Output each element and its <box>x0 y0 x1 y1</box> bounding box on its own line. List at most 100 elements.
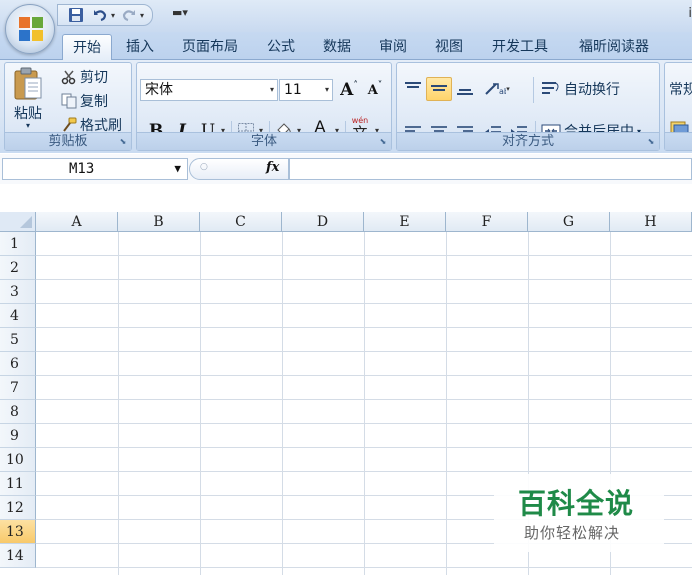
paste-icon <box>14 67 42 100</box>
tab-developer[interactable]: 开发工具 <box>482 34 558 60</box>
select-all-button[interactable] <box>0 212 36 232</box>
row-header-5[interactable]: 5 <box>0 328 36 352</box>
align-top-icon <box>405 82 421 88</box>
tab-review[interactable]: 审阅 <box>370 34 416 60</box>
row-header-4[interactable]: 4 <box>0 304 36 328</box>
table-row[interactable] <box>36 232 692 256</box>
tab-view[interactable]: 视图 <box>426 34 472 60</box>
column-header-h[interactable]: H <box>610 212 692 232</box>
font-launcher-icon[interactable]: ⬊ <box>378 137 388 147</box>
cell-reference: M13 <box>69 161 95 177</box>
copy-icon <box>61 93 77 109</box>
quick-access-toolbar: ▾ ▾ <box>57 4 154 26</box>
row-header-12[interactable]: 12 <box>0 496 36 520</box>
clipboard-group-label: 剪贴板 <box>5 132 131 150</box>
clipboard-launcher-icon[interactable]: ⬊ <box>118 137 128 147</box>
tab-formulas[interactable]: 公式 <box>258 34 304 60</box>
alignment-group-label: 对齐方式 <box>397 132 659 150</box>
row-header-11[interactable]: 11 <box>0 472 36 496</box>
shrink-font-icon: A <box>367 82 378 98</box>
ribbon-tabs: 开始 插入 页面布局 公式 数据 审阅 视图 开发工具 福昕阅读器 <box>0 32 692 61</box>
column-header-e[interactable]: E <box>364 212 446 232</box>
redo-icon <box>122 10 136 22</box>
table-row[interactable] <box>36 328 692 352</box>
row-header-13[interactable]: 13 <box>0 520 36 544</box>
grow-font-icon: A <box>340 80 354 100</box>
orientation-button[interactable]: ab ▾ <box>480 77 514 101</box>
align-bottom-icon <box>457 89 473 95</box>
undo-dropdown-icon[interactable]: ▾ <box>111 11 115 20</box>
name-box[interactable]: M13 ▼ <box>2 158 188 180</box>
save-button[interactable] <box>66 6 86 24</box>
row-header-6[interactable]: 6 <box>0 352 36 376</box>
font-name-select[interactable]: 宋体 ▾ <box>140 79 278 101</box>
grip-icon: ○ <box>200 162 208 172</box>
copy-label: 复制 <box>80 94 108 110</box>
formula-controls: ○ fx <box>189 158 289 180</box>
table-row[interactable] <box>36 400 692 424</box>
row-header-8[interactable]: 8 <box>0 400 36 424</box>
alignment-launcher-icon[interactable]: ⬊ <box>646 137 656 147</box>
paste-button[interactable]: 粘贴 ▾ <box>9 67 47 133</box>
table-row[interactable] <box>36 376 692 400</box>
column-header-g[interactable]: G <box>528 212 610 232</box>
redo-dropdown-icon[interactable]: ▾ <box>140 11 144 20</box>
tab-insert[interactable]: 插入 <box>118 34 162 60</box>
paste-dropdown-icon[interactable]: ▾ <box>26 121 30 130</box>
watermark: 百科全说 助你轻松解决 <box>494 474 664 552</box>
cut-button[interactable]: 剪切 <box>61 67 108 87</box>
undo-icon <box>94 10 107 22</box>
font-group-label: 字体 <box>137 132 391 150</box>
table-row[interactable] <box>36 352 692 376</box>
paintbrush-icon <box>61 117 77 133</box>
grow-font-button[interactable]: A ˄ <box>337 79 361 101</box>
align-top-button[interactable] <box>400 77 426 101</box>
insert-function-button[interactable]: fx <box>266 160 279 175</box>
table-row[interactable] <box>36 256 692 280</box>
text-orientation-icon: ab <box>485 83 506 96</box>
row-header-2[interactable]: 2 <box>0 256 36 280</box>
row-header-1[interactable]: 1 <box>0 232 36 256</box>
copy-button[interactable]: 复制 <box>61 91 108 111</box>
align-middle-button[interactable] <box>426 77 452 101</box>
wrap-text-label: 自动换行 <box>564 82 620 98</box>
number-format-value: 常规 <box>669 82 692 98</box>
office-button[interactable] <box>5 4 55 54</box>
font-name-dropdown-icon: ▾ <box>269 85 274 94</box>
redo-button[interactable] <box>119 6 139 24</box>
wrap-text-button[interactable]: 自动换行 <box>541 79 620 99</box>
row-header-3[interactable]: 3 <box>0 280 36 304</box>
row-header-14[interactable]: 14 <box>0 544 36 568</box>
watermark-title: 百科全说 <box>518 487 635 520</box>
tab-home[interactable]: 开始 <box>62 34 112 61</box>
font-group: 宋体 ▾ 11 ▾ A ˄ A ˅ B I U ▾ ▾ ▾ A ▾ wén ▾ … <box>136 62 392 151</box>
name-box-dropdown-icon[interactable]: ▼ <box>174 159 181 179</box>
row-header-9[interactable]: 9 <box>0 424 36 448</box>
number-format-select[interactable]: 常规 <box>669 79 692 99</box>
column-header-d[interactable]: D <box>282 212 364 232</box>
column-header-b[interactable]: B <box>118 212 200 232</box>
column-header-a[interactable]: A <box>36 212 118 232</box>
ribbon: 粘贴 ▾ 剪切 复制 格式刷 剪贴板 ⬊ 宋体 ▾ 11 ▾ A ˄ A ˅ B… <box>0 60 692 153</box>
align-middle-icon <box>431 85 447 91</box>
number-group-label <box>665 132 692 150</box>
font-size-select[interactable]: 11 ▾ <box>279 79 333 101</box>
tab-page-layout[interactable]: 页面布局 <box>172 34 248 60</box>
title-bar: ▾ ▾ ▬▾ i <box>0 0 692 32</box>
table-row[interactable] <box>36 448 692 472</box>
shrink-font-button[interactable]: A ˅ <box>363 79 387 101</box>
row-header-10[interactable]: 10 <box>0 448 36 472</box>
font-size-dropdown-icon: ▾ <box>324 85 329 94</box>
table-row[interactable] <box>36 424 692 448</box>
table-row[interactable] <box>36 280 692 304</box>
column-header-c[interactable]: C <box>200 212 282 232</box>
formula-input[interactable] <box>289 158 692 180</box>
undo-button[interactable] <box>90 6 110 24</box>
tab-foxit-reader[interactable]: 福昕阅读器 <box>568 34 660 60</box>
row-header-7[interactable]: 7 <box>0 376 36 400</box>
tab-data[interactable]: 数据 <box>314 34 360 60</box>
align-bottom-button[interactable] <box>452 77 478 101</box>
column-header-f[interactable]: F <box>446 212 528 232</box>
customize-qat-icon[interactable]: ▬▾ <box>172 6 188 19</box>
table-row[interactable] <box>36 304 692 328</box>
